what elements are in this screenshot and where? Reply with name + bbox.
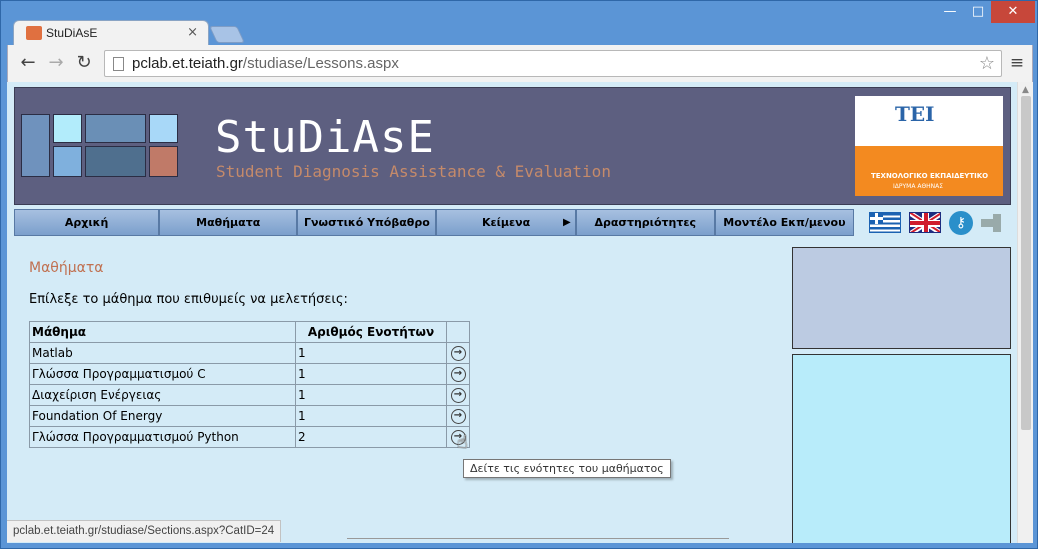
lesson-sections-count: 1 bbox=[295, 363, 447, 385]
instructions-text: Επίλεξε το μάθημα που επιθυμείς να μελετ… bbox=[29, 292, 348, 307]
tab-strip: StuDiAsE × — □ ✕ bbox=[1, 1, 1037, 46]
lessons-table: Μάθημα Αριθμός Ενοτήτων Matlab 1 → Γλώσσ… bbox=[29, 321, 470, 448]
window-close-button[interactable]: ✕ bbox=[991, 1, 1035, 23]
window-maximize-button[interactable]: □ bbox=[965, 1, 991, 23]
banner-decor-square bbox=[21, 114, 50, 177]
greek-flag-icon[interactable] bbox=[869, 212, 901, 233]
submenu-arrow-icon: ▶ bbox=[562, 217, 571, 228]
logout-icon[interactable] bbox=[981, 213, 1003, 233]
go-arrow-icon[interactable]: → bbox=[450, 366, 466, 382]
sidebar-panel-bottom bbox=[792, 354, 1011, 543]
site-brand: StuDiAsE bbox=[215, 112, 435, 163]
scrollbar-thumb[interactable] bbox=[1021, 96, 1031, 430]
lesson-name: Γλώσσα Προγραμματισμού C bbox=[29, 363, 296, 385]
lesson-name: Foundation Of Energy bbox=[29, 405, 296, 427]
uk-flag-icon[interactable] bbox=[909, 212, 941, 233]
go-arrow-icon[interactable]: → bbox=[450, 387, 466, 403]
sidebar-panel-top bbox=[792, 247, 1011, 349]
tooltip: Δείτε τις ενότητες του μαθήματος bbox=[463, 459, 671, 478]
lesson-sections-count: 1 bbox=[295, 342, 447, 364]
table-row: Διαχείριση Ενέργειας 1 → bbox=[29, 384, 470, 406]
window-minimize-button[interactable]: — bbox=[937, 1, 963, 23]
page-icon bbox=[113, 57, 124, 71]
nav-item-activities[interactable]: Δραστηριότητες bbox=[575, 209, 715, 236]
lesson-sections-count: 1 bbox=[295, 405, 447, 427]
page: StuDiAsE Student Diagnosis Assistance & … bbox=[7, 82, 1017, 543]
divider bbox=[347, 538, 729, 539]
nav-item-home[interactable]: Αρχική bbox=[14, 209, 160, 236]
tab-title: StuDiAsE bbox=[46, 26, 98, 40]
status-bar: pclab.et.teiath.gr/studiase/Sections.asp… bbox=[7, 520, 282, 542]
lesson-name: Matlab bbox=[29, 342, 296, 364]
vertical-scrollbar[interactable]: ▲ bbox=[1017, 82, 1033, 543]
browser-tab[interactable]: StuDiAsE × bbox=[13, 20, 209, 46]
lesson-sections-count: 1 bbox=[295, 384, 447, 406]
logo-text-2: ΙΔΡΥΜΑ ΑΘΗΝΑΣ bbox=[893, 183, 944, 190]
logo-text: ΤΕΧΝΟΛΟΓΙΚΟ ΕΚΠΑΙΔΕΥΤΙΚΟ bbox=[871, 172, 989, 180]
table-header-row: Μάθημα Αριθμός Ενοτήτων bbox=[29, 321, 470, 343]
column-header-action bbox=[446, 321, 470, 343]
nav-item-background[interactable]: Γνωστικό Υπόβαθρο bbox=[297, 209, 437, 236]
table-row: Γλώσσα Προγραμματισμού C 1 → bbox=[29, 363, 470, 385]
institution-logo: ΤΕΙ ΤΕΧΝΟΛΟΓΙΚΟ ΕΚΠΑΙΔΕΥΤΙΚΟ ΙΔΡΥΜΑ ΑΘΗΝ… bbox=[855, 96, 1003, 196]
hand-cursor-icon: ☝ bbox=[457, 432, 468, 453]
lesson-sections-count: 2 bbox=[295, 426, 447, 448]
browser-window: StuDiAsE × — □ ✕ ← → ↻ pclab.et.teiath.g… bbox=[0, 0, 1038, 549]
site-subtitle: Student Diagnosis Assistance & Evaluatio… bbox=[216, 162, 611, 181]
table-row: Matlab 1 → bbox=[29, 342, 470, 364]
site-favicon-icon bbox=[26, 26, 42, 40]
table-row: Γλώσσα Προγραμματισμού Python 2 → bbox=[29, 426, 470, 448]
lesson-name: Διαχείριση Ενέργειας bbox=[29, 384, 296, 406]
column-header-lesson: Μάθημα bbox=[29, 321, 296, 343]
browser-menu-icon[interactable]: ≡ bbox=[1008, 53, 1026, 73]
reload-icon[interactable]: ↻ bbox=[72, 52, 96, 74]
table-row: Foundation Of Energy 1 → bbox=[29, 405, 470, 427]
go-arrow-icon[interactable]: → bbox=[450, 345, 466, 361]
page-title: Μαθήματα bbox=[29, 260, 104, 276]
browser-toolbar: ← → ↻ pclab.et.teiath.gr/studiase/Lesson… bbox=[7, 45, 1033, 82]
lesson-name: Γλώσσα Προγραμματισμού Python bbox=[29, 426, 296, 448]
nav-item-lessons[interactable]: Μαθήματα bbox=[159, 209, 298, 236]
column-header-sections: Αριθμός Ενοτήτων bbox=[295, 321, 447, 343]
banner-decor-square bbox=[85, 146, 146, 177]
header-banner: StuDiAsE Student Diagnosis Assistance & … bbox=[14, 87, 1011, 205]
main-nav: Αρχική Μαθήματα Γνωστικό Υπόβαθρο Κείμεν… bbox=[14, 209, 854, 236]
logo-mark: ΤΕΙ bbox=[895, 102, 935, 126]
banner-decor-square bbox=[149, 146, 178, 177]
banner-decor-square bbox=[85, 114, 146, 143]
banner-decor-square bbox=[149, 114, 178, 143]
page-viewport: StuDiAsE Student Diagnosis Assistance & … bbox=[7, 82, 1033, 543]
banner-decor-square bbox=[53, 146, 82, 177]
go-arrow-icon[interactable]: → bbox=[450, 408, 466, 424]
nav-item-student-model[interactable]: Μοντέλο Εκπ/μενου bbox=[714, 209, 854, 236]
address-bar[interactable]: pclab.et.teiath.gr/studiase/Lessons.aspx… bbox=[104, 50, 1002, 77]
forward-arrow-icon[interactable]: → bbox=[44, 52, 68, 74]
back-arrow-icon[interactable]: ← bbox=[16, 52, 40, 74]
bookmark-star-icon[interactable]: ☆ bbox=[979, 53, 995, 74]
nav-item-texts[interactable]: Κείμενα ▶ bbox=[436, 209, 576, 236]
key-icon[interactable]: ⚷ bbox=[949, 211, 973, 235]
new-tab-button[interactable] bbox=[209, 26, 245, 43]
banner-decor-square bbox=[53, 114, 82, 143]
scroll-up-icon[interactable]: ▲ bbox=[1022, 85, 1029, 95]
url-text[interactable]: pclab.et.teiath.gr/studiase/Lessons.aspx bbox=[132, 55, 399, 72]
tab-close-icon[interactable]: × bbox=[187, 25, 198, 40]
